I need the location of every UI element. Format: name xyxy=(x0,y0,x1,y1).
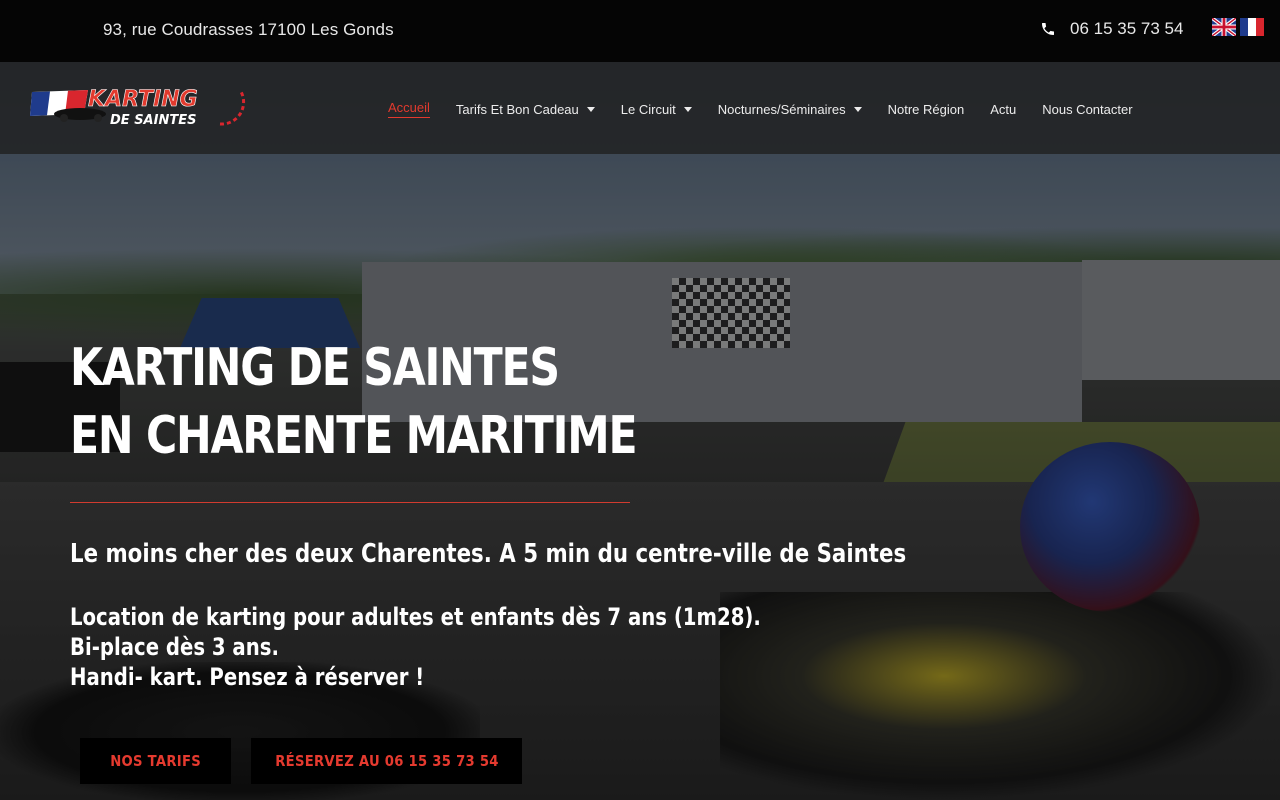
nav-label-contact: Nous Contacter xyxy=(1042,101,1133,117)
nav-item-region[interactable]: Notre Région xyxy=(888,102,965,117)
hero-divider xyxy=(70,502,630,503)
chevron-down-icon xyxy=(683,106,692,112)
nav-item-tarifs[interactable]: Tarifs Et Bon Cadeau xyxy=(456,102,595,117)
nav-label-nocturnes: Nocturnes/Séminaires xyxy=(717,101,846,117)
address-text: 93, rue Coudrasses 17100 Les Gonds xyxy=(103,20,394,39)
phone-icon xyxy=(1042,23,1054,35)
hero-description: Location de karting pour adultes et enfa… xyxy=(70,602,761,692)
phone-number: 06 15 35 73 54 xyxy=(1070,19,1184,38)
nav-label-tarifs: Tarifs Et Bon Cadeau xyxy=(455,101,579,117)
hero-desc-line1: Location de karting pour adultes et enfa… xyxy=(70,603,761,631)
nav-label-actu: Actu xyxy=(990,101,1017,117)
chevron-down-icon xyxy=(853,106,862,112)
nos-tarifs-label: NOS TARIFS xyxy=(110,752,201,770)
site-header: KARTING DE SAINTES Accueil Tarifs Et Bon… xyxy=(0,62,1280,154)
chevron-down-icon xyxy=(586,106,595,112)
uk-flag-icon[interactable] xyxy=(1212,18,1236,36)
main-nav: Accueil Tarifs Et Bon Cadeau Le Circuit … xyxy=(388,100,1159,118)
hero-title-line1: KARTING DE SAINTES xyxy=(70,338,560,398)
nav-item-accueil[interactable]: Accueil xyxy=(388,100,430,118)
logo-text-karting: KARTING xyxy=(88,87,198,112)
logo-text-de-saintes: DE SAINTES xyxy=(110,113,196,128)
nav-label-accueil: Accueil xyxy=(388,100,430,115)
hero-subtitle: Le moins cher des deux Charentes. A 5 mi… xyxy=(70,539,907,569)
nos-tarifs-button[interactable]: NOS TARIFS xyxy=(80,738,231,784)
hero-title-line2: EN CHARENTE MARITIME xyxy=(70,406,638,466)
nav-item-nocturnes[interactable]: Nocturnes/Séminaires xyxy=(718,102,862,117)
topbar: 93, rue Coudrasses 17100 Les Gonds 06 15… xyxy=(0,0,1280,62)
hero-heading: KARTING DE SAINTES EN CHARENTE MARITIME xyxy=(70,334,970,470)
hero-desc-line2: Bi-place dès 3 ans. xyxy=(70,633,279,661)
reserve-phone-button[interactable]: RÉSERVEZ AU 06 15 35 73 54 xyxy=(251,738,522,784)
nav-item-circuit[interactable]: Le Circuit xyxy=(621,102,692,117)
nav-label-circuit: Le Circuit xyxy=(620,101,676,117)
topbar-phone[interactable]: 06 15 35 73 54 xyxy=(1040,19,1183,39)
fr-flag-icon[interactable] xyxy=(1240,18,1264,36)
language-switcher xyxy=(1212,18,1264,36)
reserve-phone-label: RÉSERVEZ AU 06 15 35 73 54 xyxy=(274,752,499,770)
nav-label-region: Notre Région xyxy=(887,101,965,117)
karting-de-saintes-logo[interactable]: KARTING DE SAINTES xyxy=(30,84,250,136)
hero-desc-line3: Handi- kart. Pensez à réserver ! xyxy=(70,663,425,691)
nav-item-contact[interactable]: Nous Contacter xyxy=(1042,102,1132,117)
nav-item-actu[interactable]: Actu xyxy=(990,102,1016,117)
